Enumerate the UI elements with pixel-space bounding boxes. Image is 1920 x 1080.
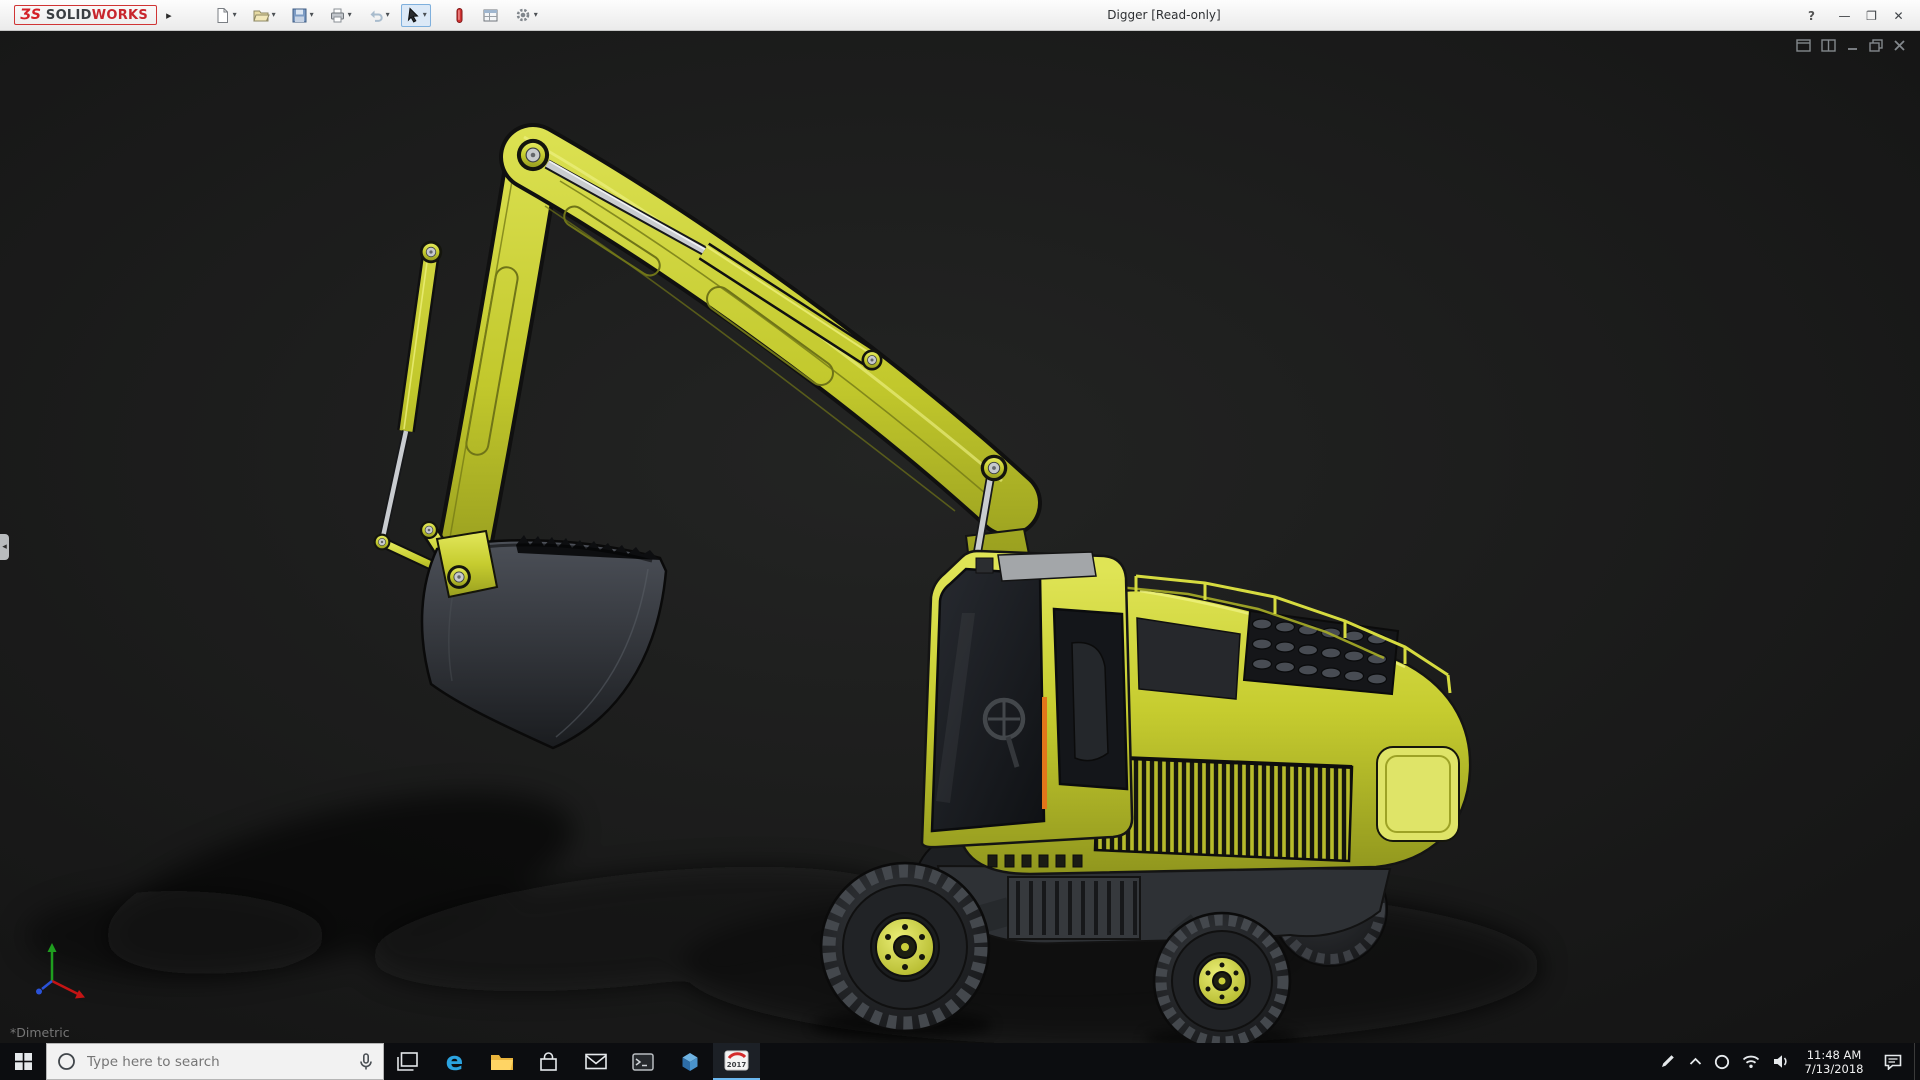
task-view-icon xyxy=(397,1052,418,1071)
mail-icon xyxy=(584,1053,607,1070)
cab-roof-panel xyxy=(997,551,1097,582)
dropdown-arrow-icon[interactable]: ▾ xyxy=(348,11,352,19)
file-properties-icon xyxy=(483,9,498,21)
new-window-icon[interactable] xyxy=(1796,39,1811,52)
quick-access-toolbar: ▾ ▾ ▾ ▾ ▾ ▾ ▾ xyxy=(210,3,542,27)
select-button[interactable]: ▾ xyxy=(400,3,431,27)
side-grille xyxy=(1093,755,1354,863)
solidworks-app-button[interactable]: 2017 xyxy=(713,1043,760,1080)
minimize-button[interactable]: — xyxy=(1831,9,1858,23)
dropdown-arrow-icon[interactable]: ▾ xyxy=(534,11,538,19)
restore-button[interactable]: ❐ xyxy=(1858,9,1885,23)
undo-button[interactable]: ▾ xyxy=(363,4,394,27)
dropdown-arrow-icon[interactable]: ▾ xyxy=(386,11,390,19)
doc-restore-icon[interactable] xyxy=(1869,39,1883,52)
doc-minimize-icon[interactable] xyxy=(1846,39,1859,52)
hidden-icons-button[interactable] xyxy=(1682,1043,1708,1080)
file-properties-button[interactable] xyxy=(478,4,503,27)
task-view-button[interactable] xyxy=(384,1043,431,1080)
edge-button[interactable]: e xyxy=(431,1043,478,1080)
doc-close-icon[interactable] xyxy=(1893,39,1906,52)
pen-icon xyxy=(1661,1055,1674,1067)
dropdown-arrow-icon[interactable]: ▾ xyxy=(423,11,427,19)
console-window-icon xyxy=(631,1052,654,1071)
cortana-icon[interactable] xyxy=(57,1052,76,1071)
action-center-icon xyxy=(1884,1054,1902,1070)
select-cursor-icon xyxy=(407,6,419,23)
svg-text:2017: 2017 xyxy=(727,1061,747,1069)
solidworks-logo: ƷS SOLIDWORKS xyxy=(14,5,158,25)
open-button[interactable]: ▾ xyxy=(248,4,280,27)
windows-logo-icon xyxy=(14,1053,32,1070)
windows-ink-button[interactable] xyxy=(1652,1043,1682,1080)
wifi-icon xyxy=(1742,1055,1760,1068)
file-explorer-button[interactable] xyxy=(478,1043,525,1080)
store-icon xyxy=(540,1051,557,1071)
brand-text: SOLIDWORKS xyxy=(45,7,149,23)
dropdown-arrow-icon[interactable]: ▾ xyxy=(272,11,276,19)
dropdown-arrow-icon[interactable]: ▾ xyxy=(310,11,314,19)
window-controls: ? — ❐ ✕ xyxy=(1798,0,1912,31)
new-document-button[interactable]: ▾ xyxy=(210,4,241,27)
volume-button[interactable] xyxy=(1766,1043,1796,1080)
document-title: Digger [Read-only] xyxy=(1107,8,1221,22)
dassault-logo-icon: ƷS xyxy=(20,7,41,23)
dropdown-arrow-icon[interactable]: ▾ xyxy=(233,11,237,19)
titlebar: ƷS SOLIDWORKS ▸ ▾ ▾ ▾ ▾ ▾ ▾ ▾ Digger [Re… xyxy=(0,0,1920,31)
start-button[interactable] xyxy=(0,1043,46,1080)
taskbar-clock[interactable]: 11:48 AM 7/13/2018 xyxy=(1796,1043,1872,1080)
save-icon xyxy=(292,8,307,22)
3d-scene-canvas[interactable] xyxy=(0,31,1920,1043)
status-ring-button[interactable] xyxy=(1708,1043,1736,1080)
microphone-icon[interactable] xyxy=(359,1052,373,1071)
print-button[interactable]: ▾ xyxy=(325,4,356,27)
search-input[interactable] xyxy=(85,1052,350,1071)
split-window-icon[interactable] xyxy=(1821,39,1836,52)
menu-flyout-arrow[interactable]: ▸ xyxy=(166,9,172,22)
edrawings-button[interactable] xyxy=(666,1043,713,1080)
store-button[interactable] xyxy=(525,1043,572,1080)
appearances-button[interactable] xyxy=(448,4,471,27)
save-button[interactable]: ▾ xyxy=(287,4,318,27)
new-document-icon xyxy=(217,7,228,23)
collapse-arrow-icon: ◂ xyxy=(2,542,7,552)
rear-window-recess xyxy=(1376,746,1460,842)
chevron-up-icon xyxy=(1689,1057,1701,1065)
open-icon xyxy=(252,10,270,21)
feature-panel-collapse-tab[interactable]: ◂ xyxy=(0,534,9,560)
clock-time: 11:48 AM xyxy=(1806,1047,1862,1062)
speaker-icon xyxy=(1773,1055,1787,1068)
clock-date: 7/13/2018 xyxy=(1804,1061,1864,1076)
options-gear-icon xyxy=(516,8,530,22)
orange-post xyxy=(1042,697,1047,809)
graphics-viewport[interactable]: ◂ *Dimetric xyxy=(0,31,1920,1043)
help-button[interactable]: ? xyxy=(1798,9,1825,23)
view-orientation-label: *Dimetric xyxy=(10,1025,70,1040)
console-button[interactable] xyxy=(619,1043,666,1080)
options-button[interactable]: ▾ xyxy=(510,3,542,27)
show-desktop-button[interactable] xyxy=(1914,1043,1920,1080)
mail-button[interactable] xyxy=(572,1043,619,1080)
appearances-icon xyxy=(456,7,463,23)
status-ring-icon xyxy=(1714,1054,1730,1069)
edge-icon: e xyxy=(445,1046,464,1077)
windows-taskbar: e 2017 xyxy=(0,1043,1920,1080)
taskbar-search[interactable] xyxy=(46,1043,384,1080)
undo-icon xyxy=(370,10,383,22)
action-center-button[interactable] xyxy=(1872,1043,1914,1080)
excavator-cab[interactable] xyxy=(920,549,1134,849)
file-explorer-icon xyxy=(490,1054,513,1070)
print-icon xyxy=(330,8,344,22)
edrawings-cube-icon xyxy=(682,1052,697,1071)
close-button[interactable]: ✕ xyxy=(1885,9,1912,23)
solidworks-window: { "app": {"name": "SOLIDWORKS", "documen… xyxy=(0,0,1920,1080)
document-window-controls xyxy=(1796,39,1906,52)
network-button[interactable] xyxy=(1736,1043,1766,1080)
solidworks-app-icon: 2017 xyxy=(724,1050,749,1070)
system-tray: 11:48 AM 7/13/2018 xyxy=(1652,1043,1920,1080)
